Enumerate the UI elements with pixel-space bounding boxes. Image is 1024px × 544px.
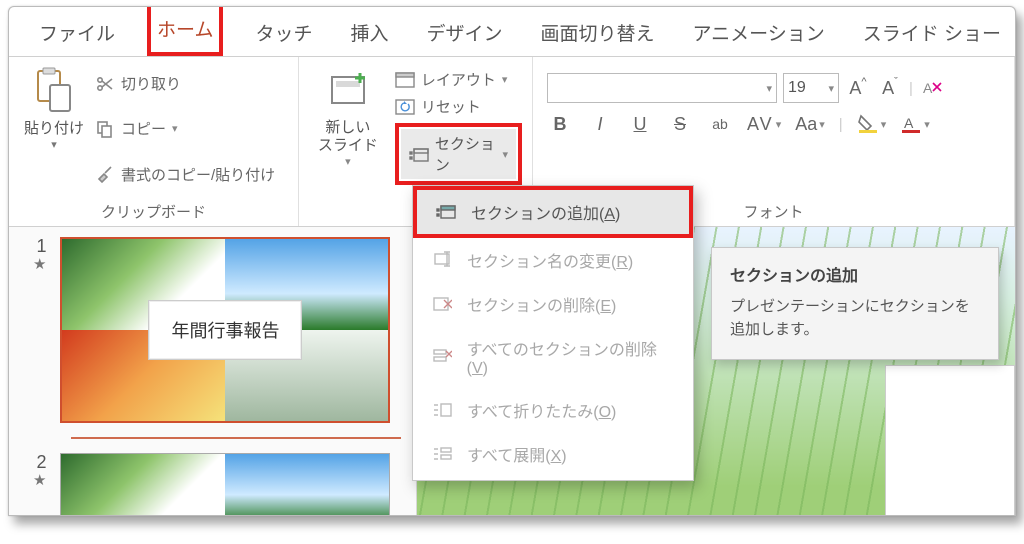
svg-text:A: A [923, 80, 933, 96]
section-add-icon [435, 201, 457, 223]
scissors-icon [95, 74, 115, 94]
strike-button[interactable]: S [667, 111, 693, 137]
app-window: ファイル ホーム タッチ 挿入 デザイン 画面切り替え アニメーション スライド… [8, 6, 1016, 516]
collapse-all-icon [431, 399, 453, 421]
section-rename-icon [431, 249, 453, 271]
tab-animation[interactable]: アニメーション [687, 11, 831, 56]
cut-button[interactable]: 切り取り [95, 73, 275, 94]
ribbon-tabs: ファイル ホーム タッチ 挿入 デザイン 画面切り替え アニメーション スライド… [9, 7, 1015, 57]
slide-1-title: 年間行事報告 [148, 300, 302, 360]
section-icon [409, 144, 429, 164]
slide-number: 2★ [33, 453, 46, 488]
menu-label: セクションの削除(E) [467, 292, 616, 316]
slide-title-placeholder[interactable] [885, 365, 1015, 515]
chevron-down-icon: ▾ [345, 155, 351, 168]
tab-transition[interactable]: 画面切り替え [535, 11, 661, 56]
layout-button[interactable]: レイアウト ▾ [395, 69, 522, 90]
paste-label: 貼り付け [24, 117, 84, 138]
chevron-down-icon: ▾ [172, 122, 178, 135]
text-shadow-button[interactable]: ab [707, 111, 733, 137]
slide-thumbnail-1[interactable]: 年間行事報告 [60, 237, 390, 423]
brush-icon [95, 164, 115, 184]
font-size-value: 19 [788, 79, 806, 97]
cut-label: 切り取り [121, 73, 181, 94]
slide-number: 1★ [33, 237, 46, 272]
paste-icon [34, 67, 74, 113]
menu-label: すべて展開(X) [467, 442, 567, 466]
copy-icon [95, 119, 115, 139]
menu-remove-section: セクションの削除(E) [413, 282, 693, 326]
menu-label: すべて折りたたみ(O) [467, 398, 616, 422]
tab-file[interactable]: ファイル [33, 11, 121, 56]
section-button[interactable]: セクション ▾ [401, 129, 516, 179]
animation-star-icon: ★ [33, 473, 46, 488]
highlight-section-button: セクション ▾ [395, 123, 522, 185]
tab-design[interactable]: デザイン [420, 11, 508, 56]
chevron-down-icon: ▾ [502, 73, 508, 86]
reset-button[interactable]: リセット [395, 96, 522, 117]
tooltip-title: セクションの追加 [730, 262, 980, 286]
expand-all-icon [431, 443, 453, 465]
font-color-button[interactable]: A [900, 111, 930, 137]
italic-button[interactable]: I [587, 111, 613, 137]
menu-rename-section: セクション名の変更(R) [413, 238, 693, 282]
new-slide-label: 新しい スライド [318, 119, 378, 155]
menu-label: セクションの追加(A) [471, 200, 620, 224]
section-label: セクション [435, 133, 497, 175]
slide-thumbnail-panel: 1★ 年間行事報告 2★ [9, 227, 417, 515]
copy-button[interactable]: コピー ▾ [95, 118, 275, 139]
group-clipboard: 貼り付け ▾ 切り取り [9, 57, 299, 226]
new-slide-icon [326, 67, 370, 115]
menu-label: セクション名の変更(R) [467, 248, 633, 272]
group-title-clipboard: クリップボード [19, 195, 288, 222]
clear-formatting-button[interactable]: A [919, 75, 945, 101]
format-painter-label: 書式のコピー/貼り付け [121, 164, 275, 185]
menu-remove-all-sections: すべてのセクションの削除(V) [413, 326, 693, 388]
animation-star-icon: ★ [33, 257, 46, 272]
layout-icon [395, 70, 415, 90]
section-remove-icon [431, 293, 453, 315]
change-case-button[interactable]: Aa [795, 111, 825, 137]
tab-insert[interactable]: 挿入 [344, 11, 394, 56]
insertion-marker [71, 437, 401, 439]
tooltip: セクションの追加 プレゼンテーションにセクションを追加します。 [711, 247, 999, 360]
grow-font-button[interactable]: A^ [845, 75, 871, 101]
font-size-combo[interactable]: 19 ▾ [783, 73, 839, 103]
tab-touch[interactable]: タッチ [249, 11, 318, 56]
reset-label: リセット [421, 96, 481, 117]
bold-button[interactable]: B [547, 111, 573, 137]
menu-expand-all: すべて展開(X) [413, 432, 693, 476]
slide-thumbnail-2[interactable] [60, 453, 390, 515]
shrink-font-button[interactable]: Aˇ [877, 75, 903, 101]
paste-button[interactable]: 貼り付け ▾ [19, 63, 89, 195]
highlight-color-button[interactable] [857, 111, 887, 137]
section-dropdown-menu: セクションの追加(A) セクション名の変更(R) セクションの削除(E) [412, 185, 694, 481]
format-painter-button[interactable]: 書式のコピー/貼り付け [95, 164, 275, 185]
menu-collapse-all: すべて折りたたみ(O) [413, 388, 693, 432]
copy-label: コピー [121, 118, 166, 139]
underline-button[interactable]: U [627, 111, 653, 137]
font-name-combo[interactable]: ▾ [547, 73, 777, 103]
tab-home[interactable]: ホーム [147, 6, 223, 56]
chevron-down-icon: ▾ [51, 138, 57, 151]
layout-label: レイアウト [421, 69, 496, 90]
tooltip-body: プレゼンテーションにセクションを追加します。 [730, 296, 980, 341]
tab-slideshow[interactable]: スライド ショー [857, 11, 1007, 56]
char-spacing-button[interactable]: AV [747, 111, 781, 137]
new-slide-button[interactable]: 新しい スライド ▾ [309, 63, 387, 199]
menu-label: すべてのセクションの削除(V) [467, 336, 675, 378]
chevron-down-icon: ▾ [828, 82, 834, 95]
section-remove-all-icon [431, 346, 453, 368]
chevron-down-icon: ▾ [502, 148, 508, 161]
menu-add-section[interactable]: セクションの追加(A) [417, 190, 689, 234]
chevron-down-icon: ▾ [766, 82, 772, 95]
svg-text:A: A [904, 115, 914, 131]
highlight-add-section: セクションの追加(A) [413, 186, 693, 238]
reset-icon [395, 97, 415, 117]
